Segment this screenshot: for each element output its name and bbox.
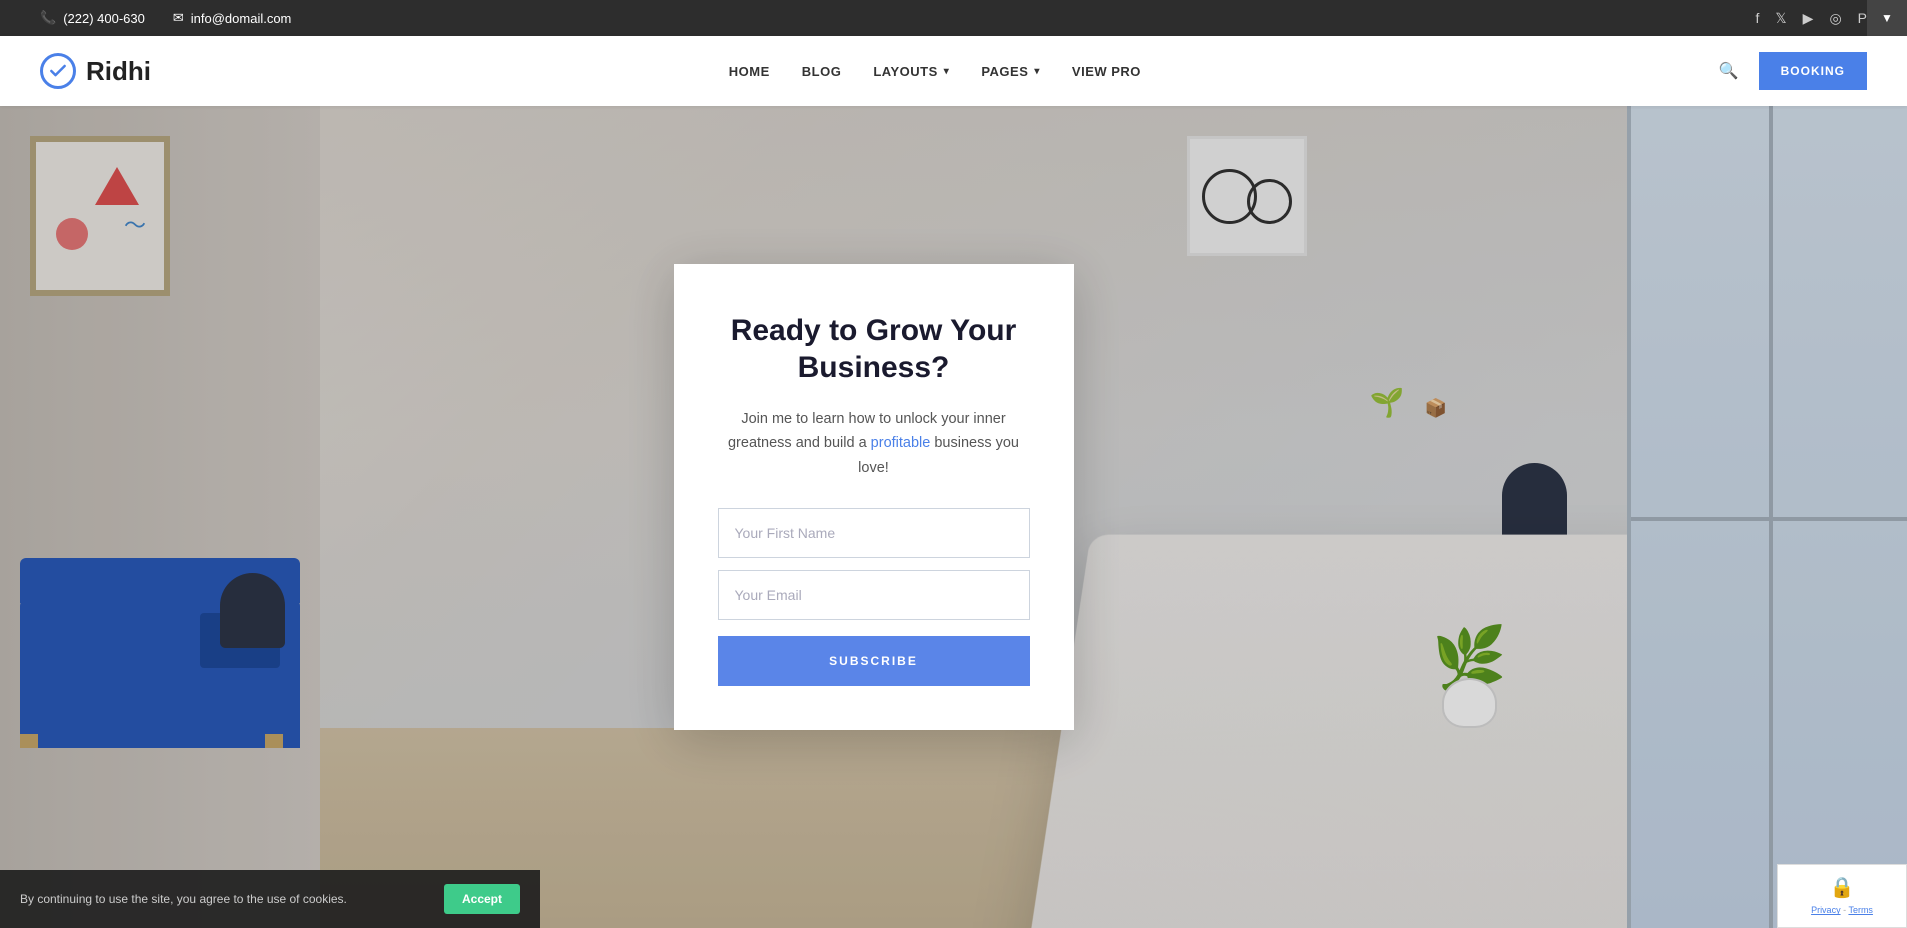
popup-description: Join me to learn how to unlock your inne… (718, 407, 1030, 481)
phone-icon: 📞 (40, 10, 56, 26)
popup-modal: Ready to Grow Your Business? Join me to … (674, 264, 1074, 731)
recaptcha-text: Privacy - Terms (1790, 904, 1894, 917)
search-icon[interactable]: 🔍 (1719, 61, 1739, 81)
topbar-socials: f 𝕏 ▶ ◎ P (1755, 10, 1867, 27)
email-icon: ✉ (173, 10, 184, 26)
privacy-link[interactable]: Privacy (1811, 905, 1841, 915)
expand-icon: ▼ (1881, 11, 1893, 25)
recaptcha-box: 🔒 Privacy - Terms (1777, 864, 1907, 928)
phone-number: (222) 400-630 (63, 11, 145, 26)
youtube-icon[interactable]: ▶ (1803, 10, 1814, 27)
hero-section: 〜 🌿 🌱 📦 Ready to Grow Your Busine (0, 106, 1907, 928)
email-info: ✉ info@domail.com (173, 10, 292, 26)
recaptcha-logo: 🔒 (1790, 875, 1894, 900)
topbar: 📞 (222) 400-630 ✉ info@domail.com f 𝕏 ▶ … (0, 0, 1907, 36)
cookie-accept-button[interactable]: Accept (444, 884, 520, 914)
phone-info: 📞 (222) 400-630 (40, 10, 145, 26)
nav-viewpro[interactable]: VIEW PRO (1072, 64, 1141, 79)
booking-button[interactable]: BOOKING (1759, 52, 1867, 90)
first-name-input[interactable] (718, 508, 1030, 558)
terms-link[interactable]: Terms (1848, 905, 1873, 915)
facebook-icon[interactable]: f (1755, 10, 1759, 26)
email-address: info@domail.com (191, 11, 292, 26)
popup-desc-highlight: profitable (871, 435, 931, 451)
logo[interactable]: Ridhi (40, 53, 151, 89)
instagram-icon[interactable]: ◎ (1829, 10, 1841, 27)
nav-home[interactable]: HOME (729, 64, 770, 79)
cookie-bar: By continuing to use the site, you agree… (0, 870, 540, 928)
nav-blog[interactable]: BLOG (802, 64, 842, 79)
nav-pages[interactable]: PAGES (981, 64, 1040, 79)
twitter-icon[interactable]: 𝕏 (1775, 10, 1786, 27)
cookie-message: By continuing to use the site, you agree… (20, 891, 428, 908)
popup-overlay: Ready to Grow Your Business? Join me to … (0, 106, 1907, 928)
nav-links: HOME BLOG LAYOUTS PAGES VIEW PRO (729, 64, 1141, 79)
navbar: Ridhi HOME BLOG LAYOUTS PAGES VIEW PRO 🔍… (0, 36, 1907, 106)
subscribe-button[interactable]: SUBSCRIBE (718, 636, 1030, 686)
logo-text: Ridhi (86, 56, 151, 87)
pinterest-icon[interactable]: P (1858, 10, 1867, 26)
logo-icon (40, 53, 76, 89)
nav-right: 🔍 BOOKING (1719, 52, 1867, 90)
expand-button[interactable]: ▼ (1867, 0, 1907, 36)
email-input[interactable] (718, 570, 1030, 620)
nav-layouts[interactable]: LAYOUTS (873, 64, 949, 79)
topbar-contact: 📞 (222) 400-630 ✉ info@domail.com (40, 10, 291, 26)
popup-title: Ready to Grow Your Business? (718, 312, 1030, 387)
